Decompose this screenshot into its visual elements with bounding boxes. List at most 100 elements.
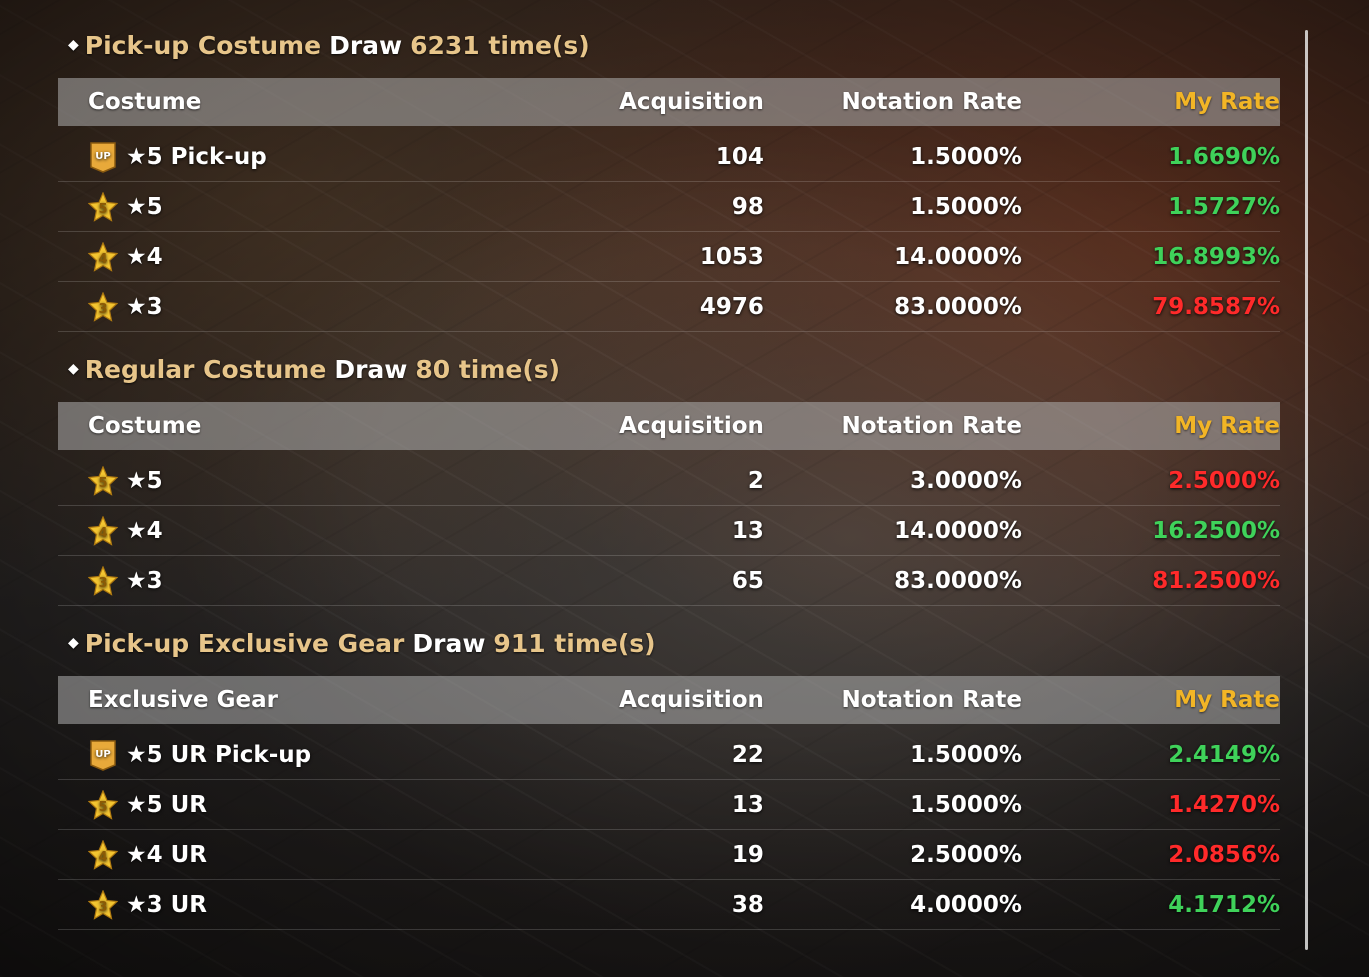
row-name-cell: 5 ★5 <box>58 465 604 496</box>
row-acquisition: 1053 <box>699 243 764 270</box>
row-notation-rate: 1.5000% <box>910 741 1022 768</box>
section-title-draw: Draw <box>412 628 486 658</box>
row-grade-label: ★3 UR <box>126 891 208 918</box>
header-my-rate: My Rate <box>1174 89 1280 115</box>
row-name-cell: 4 ★4 UR <box>58 839 604 870</box>
row-grade-label: ★4 <box>126 243 163 270</box>
row-notation-rate: 83.0000% <box>894 567 1022 594</box>
row-notation-rate: 14.0000% <box>894 243 1022 270</box>
row-acquisition: 13 <box>731 791 764 818</box>
row-name-cell: 5 ★5 UR <box>58 789 604 820</box>
star-5-icon: 5 <box>88 465 118 496</box>
row-my-rate: 16.2500% <box>1152 517 1280 544</box>
up-icon: UP <box>88 739 118 771</box>
svg-text:UP: UP <box>95 749 110 760</box>
header-my-rate: My Rate <box>1174 687 1280 713</box>
draw-stats-panel[interactable]: ◆ Pick-up Costume Draw 6231 time(s) Costume A… <box>58 22 1280 930</box>
svg-text:5: 5 <box>98 800 107 815</box>
row-grade-label: ★5 <box>126 193 163 220</box>
star-3-icon: 3 <box>88 291 118 322</box>
svg-text:3: 3 <box>98 302 107 317</box>
row-my-rate: 79.8587% <box>1152 293 1280 320</box>
section-title-draw: Draw <box>334 354 408 384</box>
table-row: 4 ★4 UR 19 2.5000% 2.0856% <box>58 830 1280 880</box>
row-acquisition: 19 <box>731 841 764 868</box>
table-row: UP ★5 Pick-up 104 1.5000% 1.6690% <box>58 132 1280 182</box>
section-title-count: 80 time(s) <box>415 354 561 384</box>
row-my-rate: 1.5727% <box>1168 193 1280 220</box>
row-notation-rate: 4.0000% <box>910 891 1022 918</box>
row-my-rate: 16.8993% <box>1152 243 1280 270</box>
header-notation-rate: Notation Rate <box>841 89 1022 115</box>
svg-text:5: 5 <box>98 202 107 217</box>
row-my-rate: 2.5000% <box>1168 467 1280 494</box>
table-header: Costume Acquisition Notation Rate My Rate <box>58 402 1280 450</box>
table-row: 4 ★4 13 14.0000% 16.2500% <box>58 506 1280 556</box>
row-my-rate: 81.2500% <box>1152 567 1280 594</box>
row-acquisition: 2 <box>747 467 764 494</box>
row-grade-label: ★4 UR <box>126 841 208 868</box>
header-acquisition: Acquisition <box>619 687 764 713</box>
section-title: ◆ Pick-up Exclusive Gear Draw 911 time(s) <box>58 620 1280 666</box>
row-my-rate: 2.0856% <box>1168 841 1280 868</box>
row-grade-label: ★3 <box>126 293 163 320</box>
table-row: 3 ★3 65 83.0000% 81.2500% <box>58 556 1280 606</box>
star-5-icon: 5 <box>88 191 118 222</box>
section-title-count: 6231 time(s) <box>410 30 590 60</box>
svg-text:UP: UP <box>95 151 110 162</box>
table-row: 3 ★3 UR 38 4.0000% 4.1712% <box>58 880 1280 930</box>
section-title-name: Pick-up Costume <box>84 30 322 60</box>
row-grade-label: ★5 Pick-up <box>126 143 267 170</box>
row-acquisition: 4976 <box>699 293 764 320</box>
header-my-rate: My Rate <box>1174 413 1280 439</box>
diamond-bullet-icon: ◆ <box>68 635 79 651</box>
header-acquisition: Acquisition <box>619 89 764 115</box>
table-row: 3 ★3 4976 83.0000% 79.8587% <box>58 282 1280 332</box>
row-acquisition: 104 <box>715 143 764 170</box>
row-notation-rate: 2.5000% <box>910 841 1022 868</box>
section-title-name: Regular Costume <box>84 354 327 384</box>
row-acquisition: 98 <box>731 193 764 220</box>
row-name-cell: 3 ★3 <box>58 291 604 322</box>
row-notation-rate: 1.5000% <box>910 143 1022 170</box>
row-grade-label: ★4 <box>126 517 163 544</box>
row-name-cell: UP ★5 UR Pick-up <box>58 739 604 771</box>
header-acquisition: Acquisition <box>619 413 764 439</box>
section-title-name: Pick-up Exclusive Gear <box>84 628 405 658</box>
table-row: 5 ★5 UR 13 1.5000% 1.4270% <box>58 780 1280 830</box>
row-notation-rate: 1.5000% <box>910 193 1022 220</box>
row-grade-label: ★3 <box>126 567 163 594</box>
row-name-cell: 4 ★4 <box>58 515 604 546</box>
row-notation-rate: 3.0000% <box>910 467 1022 494</box>
header-notation-rate: Notation Rate <box>841 413 1022 439</box>
table-row: 5 ★5 2 3.0000% 2.5000% <box>58 456 1280 506</box>
section-title: ◆ Regular Costume Draw 80 time(s) <box>58 346 1280 392</box>
diamond-bullet-icon: ◆ <box>68 361 79 377</box>
row-acquisition: 22 <box>731 741 764 768</box>
table-header: Costume Acquisition Notation Rate My Rate <box>58 78 1280 126</box>
row-grade-label: ★5 <box>126 467 163 494</box>
star-3-icon: 3 <box>88 565 118 596</box>
star-3-icon: 3 <box>88 889 118 920</box>
star-4-icon: 4 <box>88 515 118 546</box>
table-header: Exclusive Gear Acquisition Notation Rate My… <box>58 676 1280 724</box>
row-name-cell: 3 ★3 <box>58 565 604 596</box>
section-title-count: 911 time(s) <box>493 628 656 658</box>
section-title: ◆ Pick-up Costume Draw 6231 time(s) <box>58 22 1280 68</box>
table-row: UP ★5 UR Pick-up 22 1.5000% 2.4149% <box>58 730 1280 780</box>
scrollbar[interactable] <box>1305 30 1308 950</box>
section-2: ◆ Pick-up Exclusive Gear Draw 911 time(s) Ex… <box>58 620 1280 930</box>
svg-text:4: 4 <box>98 850 107 865</box>
header-name: Exclusive Gear <box>88 687 278 713</box>
svg-text:4: 4 <box>98 526 107 541</box>
header-name: Costume <box>88 413 202 439</box>
row-name-cell: UP ★5 Pick-up <box>58 141 604 173</box>
section-0: ◆ Pick-up Costume Draw 6231 time(s) Costume A… <box>58 22 1280 332</box>
svg-text:4: 4 <box>98 252 107 267</box>
row-grade-label: ★5 UR <box>126 791 208 818</box>
section-1: ◆ Regular Costume Draw 80 time(s) Costume Acq… <box>58 346 1280 606</box>
row-my-rate: 1.6690% <box>1168 143 1280 170</box>
row-name-cell: 3 ★3 UR <box>58 889 604 920</box>
star-5-icon: 5 <box>88 789 118 820</box>
star-4-icon: 4 <box>88 241 118 272</box>
